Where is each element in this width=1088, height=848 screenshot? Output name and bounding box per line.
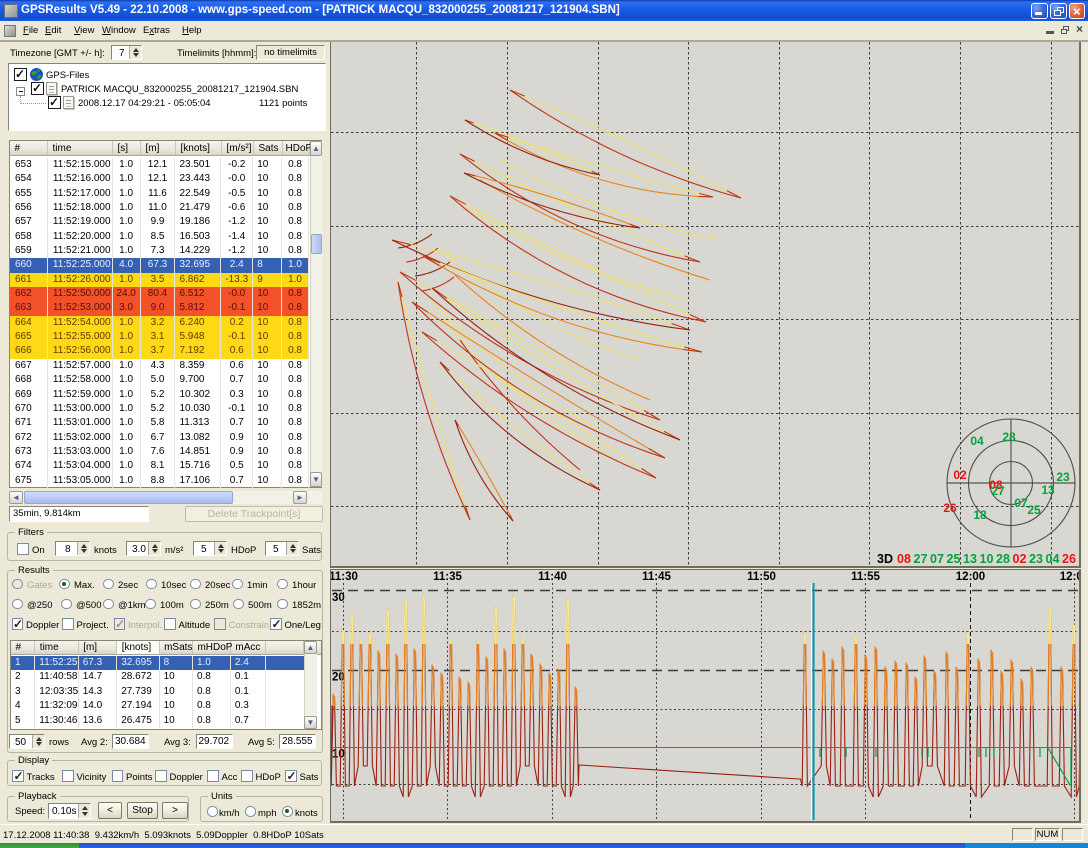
svg-text:04: 04 (970, 434, 984, 448)
svg-text:23: 23 (1056, 470, 1070, 484)
svg-text:18: 18 (973, 508, 987, 522)
svg-text:13: 13 (963, 552, 977, 566)
svg-text:02: 02 (953, 468, 967, 482)
svg-text:12:00: 12:00 (956, 571, 985, 583)
svg-text:20: 20 (332, 672, 345, 684)
svg-text:11:35: 11:35 (433, 571, 462, 583)
svg-text:10: 10 (332, 749, 345, 761)
svg-text:11:50: 11:50 (747, 571, 776, 583)
svg-text:07: 07 (1014, 496, 1028, 510)
svg-text:10: 10 (980, 552, 994, 566)
svg-text:02: 02 (1013, 552, 1027, 566)
svg-text:08: 08 (897, 552, 911, 566)
svg-text:25: 25 (1027, 503, 1041, 517)
svg-text:11:30: 11:30 (331, 571, 358, 583)
svg-text:28: 28 (1002, 430, 1016, 444)
svg-text:11:45: 11:45 (642, 571, 671, 583)
svg-text:25: 25 (947, 552, 961, 566)
svg-text:30: 30 (332, 592, 345, 604)
svg-text:11:40: 11:40 (538, 571, 567, 583)
svg-text:07: 07 (930, 552, 944, 566)
svg-text:12:05: 12:05 (1060, 571, 1079, 583)
svg-text:13: 13 (1041, 483, 1055, 497)
svg-text:28: 28 (996, 552, 1010, 566)
svg-text:26: 26 (943, 501, 957, 515)
svg-text:27: 27 (914, 552, 928, 566)
svg-text:26: 26 (1062, 552, 1076, 566)
svg-text:04: 04 (1046, 552, 1060, 566)
svg-text:27: 27 (991, 484, 1005, 498)
svg-text:3D: 3D (877, 552, 893, 566)
svg-text:11:55: 11:55 (851, 571, 880, 583)
svg-text:23: 23 (1029, 552, 1043, 566)
